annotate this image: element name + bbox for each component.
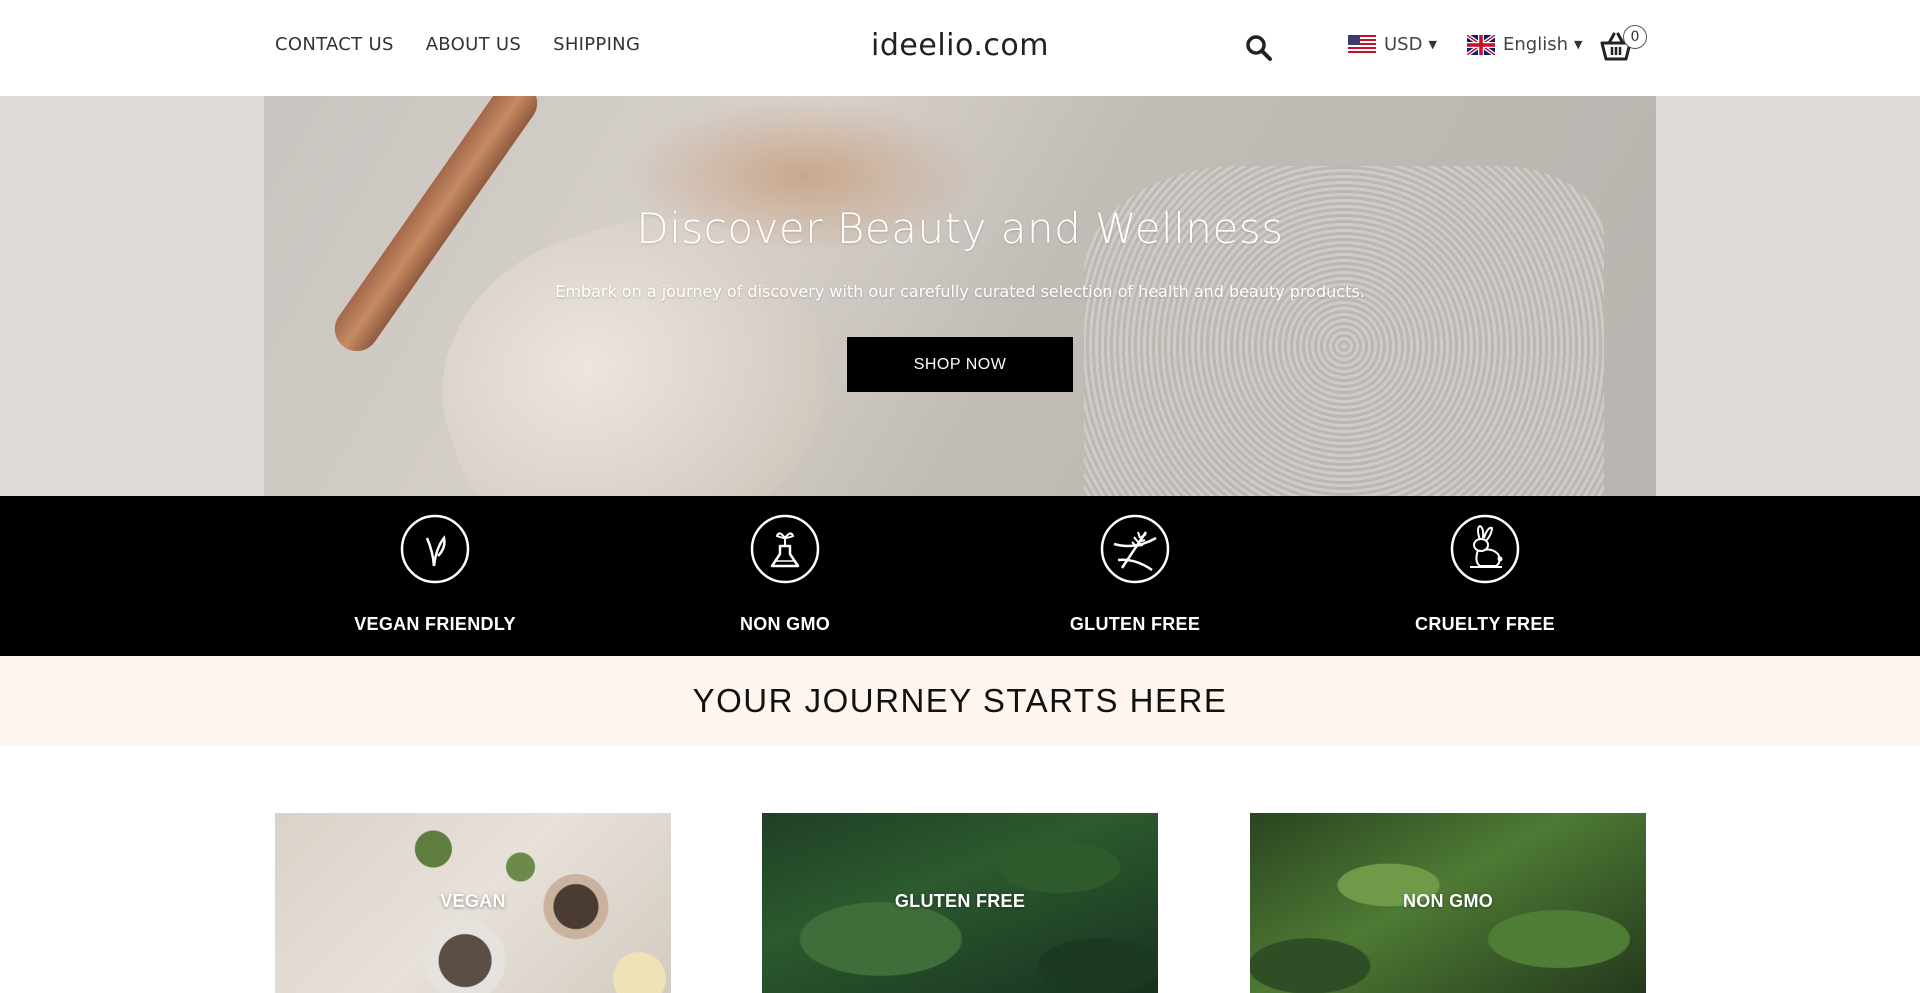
feature-gluten-free: GLUTEN FREE — [985, 496, 1285, 635]
nav-contact-us[interactable]: CONTACT US — [275, 34, 394, 55]
feature-cruelty-free: CRUELTY FREE — [1335, 496, 1635, 635]
chevron-down-icon: ▼ — [1574, 38, 1583, 51]
cart-count-badge[interactable]: 0 — [1623, 25, 1647, 49]
feature-label: GLUTEN FREE — [1069, 614, 1201, 634]
flask-sprout-icon — [750, 514, 820, 584]
leaf-icon — [400, 514, 470, 584]
feature-label: CRUELTY FREE — [1415, 614, 1555, 634]
language-selector[interactable]: English ▼ — [1467, 34, 1582, 55]
section-title: YOUR JOURNEY STARTS HERE — [692, 682, 1228, 719]
uk-flag-icon — [1467, 34, 1495, 55]
category-card-non-gmo[interactable]: NON GMO — [1250, 813, 1646, 993]
site-header: CONTACT US ABOUT US SHIPPING ideelio.com… — [0, 0, 1920, 97]
hero-banner: Discover Beauty and Wellness Embark on a… — [264, 96, 1656, 496]
journey-section: YOUR JOURNEY STARTS HERE — [0, 656, 1920, 746]
currency-label: USD — [1384, 34, 1423, 55]
currency-selector[interactable]: USD ▼ — [1348, 34, 1437, 55]
nav-shipping[interactable]: SHIPPING — [553, 34, 640, 55]
feature-non-gmo: NON GMO — [635, 496, 935, 635]
feature-label: NON GMO — [739, 614, 831, 634]
category-label: GLUTEN FREE — [894, 891, 1026, 911]
site-logo[interactable]: ideelio.com — [871, 28, 1049, 63]
chevron-down-icon: ▼ — [1428, 38, 1437, 51]
features-bar: VEGAN FRIENDLY NON GMO GLUTEN FREE CRUEL… — [0, 496, 1920, 656]
hero-title: Discover Beauty and Wellness — [636, 204, 1284, 253]
us-flag-icon — [1348, 34, 1376, 55]
category-card-gluten-free[interactable]: GLUTEN FREE — [762, 813, 1158, 993]
shop-now-button[interactable]: SHOP NOW — [847, 337, 1073, 392]
wheat-crossed-icon — [1100, 514, 1170, 584]
language-label: English — [1503, 34, 1568, 55]
nav-about-us[interactable]: ABOUT US — [426, 34, 521, 55]
feature-vegan-friendly: VEGAN FRIENDLY — [285, 496, 585, 635]
category-card-vegan[interactable]: VEGAN — [275, 813, 671, 993]
category-label: NON GMO — [1402, 891, 1494, 911]
rabbit-icon — [1450, 514, 1520, 584]
search-icon[interactable] — [1245, 34, 1273, 62]
feature-label: VEGAN FRIENDLY — [354, 614, 516, 634]
category-label: VEGAN — [440, 891, 506, 911]
top-nav: CONTACT US ABOUT US SHIPPING — [275, 34, 640, 55]
hero-subtitle: Embark on a journey of discovery with ou… — [555, 282, 1365, 301]
